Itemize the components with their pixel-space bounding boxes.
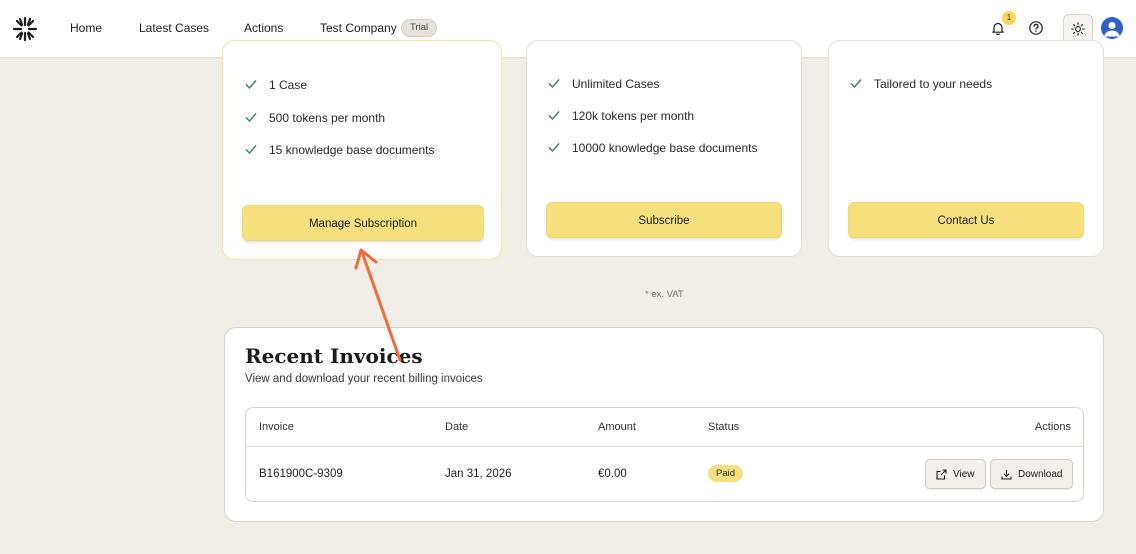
check-icon	[548, 111, 560, 121]
invoices-subtitle: View and download your recent billing in…	[245, 373, 483, 385]
invoice-number: B161900C-9309	[259, 468, 343, 480]
plan-feature: 15 knowledge base documents	[269, 143, 435, 157]
table-divider	[246, 446, 1083, 447]
help-icon[interactable]	[1028, 20, 1044, 36]
download-label: Download	[1018, 468, 1063, 480]
plan-card-current: 1 Case 500 tokens per month 15 knowledge…	[222, 40, 502, 260]
invoices-table: Invoice Date Amount Status Actions B1619…	[245, 407, 1084, 502]
invoices-title: Recent Invoices	[245, 344, 423, 368]
column-header-date: Date	[445, 421, 469, 433]
plan-feature: 500 tokens per month	[269, 111, 386, 125]
subscribe-button[interactable]: Subscribe	[546, 202, 782, 238]
logo-icon[interactable]	[12, 16, 38, 42]
plan-card-pro: Unlimited Cases 120k tokens per month 10…	[526, 40, 802, 257]
view-label: View	[953, 468, 975, 480]
plan-feature: 1 Case	[269, 78, 308, 92]
column-header-status: Status	[708, 421, 740, 433]
plan-feature: 120k tokens per month	[572, 109, 695, 123]
plan-feature: Tailored to your needs	[874, 77, 993, 91]
external-link-icon	[936, 468, 947, 480]
sun-icon	[1071, 22, 1085, 36]
invoice-date: Jan 31, 2026	[445, 468, 512, 480]
plan-feature: 10000 knowledge base documents	[572, 141, 758, 155]
nav-company[interactable]: Test Company	[320, 21, 397, 35]
check-icon	[245, 145, 257, 155]
column-header-amount: Amount	[598, 421, 636, 433]
nav-home[interactable]: Home	[70, 21, 102, 35]
notification-count: 1	[1002, 11, 1016, 25]
download-icon	[1001, 469, 1012, 480]
check-icon	[245, 113, 257, 123]
nav-latest-cases[interactable]: Latest Cases	[139, 21, 209, 35]
plan-feature: Unlimited Cases	[572, 77, 660, 91]
vat-note: * ex. VAT	[645, 289, 684, 300]
avatar[interactable]	[1101, 17, 1123, 39]
column-header-invoice: Invoice	[259, 421, 294, 433]
plan-card-enterprise: Tailored to your needs Contact Us	[828, 40, 1104, 257]
download-invoice-button[interactable]: Download	[990, 459, 1074, 489]
recent-invoices-card: Recent Invoices View and download your r…	[224, 327, 1104, 522]
check-icon	[850, 79, 862, 89]
contact-us-button[interactable]: Contact Us	[848, 202, 1084, 238]
column-header-actions: Actions	[1034, 421, 1071, 433]
manage-subscription-button[interactable]: Manage Subscription	[242, 205, 484, 241]
invoice-amount: €0.00	[598, 468, 627, 480]
check-icon	[548, 143, 560, 153]
check-icon	[548, 79, 560, 89]
check-icon	[245, 80, 257, 90]
user-icon	[1104, 21, 1120, 37]
view-invoice-button[interactable]: View	[925, 459, 986, 489]
trial-badge: Trial	[401, 19, 438, 37]
nav-actions[interactable]: Actions	[244, 21, 283, 35]
status-badge: Paid	[708, 465, 744, 482]
